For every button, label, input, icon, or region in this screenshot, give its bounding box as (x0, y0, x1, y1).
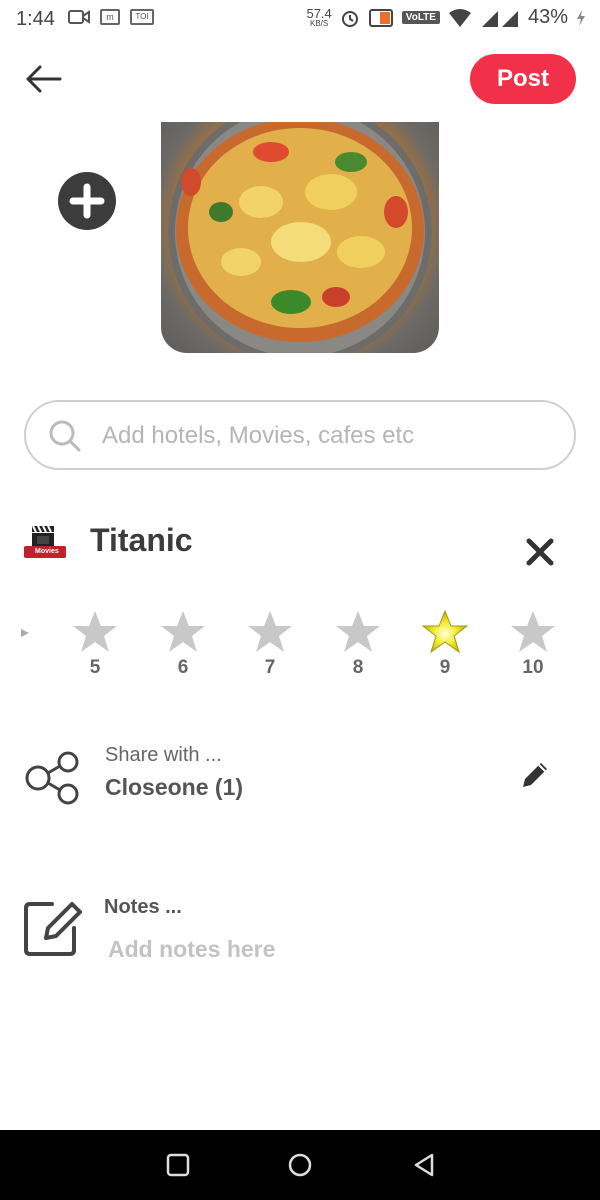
notes-label: Notes ... (104, 896, 182, 918)
search-input[interactable] (100, 416, 564, 456)
pencil-icon (523, 763, 547, 787)
rating-number: 8 (352, 657, 364, 678)
search-bar[interactable] (24, 400, 576, 470)
alarm-icon (341, 10, 358, 27)
movies-category-icon: Movies (22, 522, 68, 562)
system-nav-bar (0, 1130, 600, 1200)
battery-level: 43% (527, 6, 568, 28)
back-button[interactable] (24, 62, 64, 96)
search-icon (49, 420, 81, 452)
share-icon (24, 750, 82, 806)
rating-number: 10 (522, 657, 544, 678)
share-with-label: Share with ... (105, 744, 222, 766)
status-time: 1:44 (16, 8, 55, 30)
signal-icon (481, 10, 518, 27)
circle-icon (288, 1153, 312, 1177)
home-button[interactable] (285, 1150, 315, 1180)
charging-icon (577, 9, 585, 26)
rating-number: 7 (264, 657, 276, 678)
rating-star-8[interactable]: 8 (334, 609, 382, 687)
network-speed: 57.4 KB/S (306, 6, 332, 28)
star-icon (336, 611, 380, 652)
close-icon (526, 538, 554, 566)
rating-star-6[interactable]: 6 (159, 609, 207, 687)
square-icon (166, 1153, 190, 1177)
rating-star-5[interactable]: 5 (71, 609, 119, 687)
back-nav-button[interactable] (409, 1150, 439, 1180)
star-icon (511, 611, 555, 652)
star-icon (421, 609, 469, 654)
share-with-value[interactable]: Closeone (1) (105, 774, 243, 801)
item-title: Titanic (90, 522, 193, 558)
star-icon (248, 611, 292, 652)
scroll-left-indicator (21, 629, 29, 637)
star-icon (73, 611, 117, 652)
star-icon (161, 611, 205, 652)
post-button[interactable]: Post (470, 54, 576, 104)
video-icon (68, 10, 90, 24)
rating-number: 6 (177, 657, 189, 678)
cast-icon (368, 8, 393, 27)
arrow-left-icon (26, 65, 62, 93)
rating-star-9-selected[interactable]: 9 (421, 609, 469, 687)
movies-logo-text: Movies (35, 548, 59, 555)
add-photo-button[interactable] (58, 172, 116, 230)
rating-star-7[interactable]: 7 (246, 609, 294, 687)
system-status-icons: 57.4 KB/S VoLTE 43% (306, 6, 586, 29)
remove-item-button[interactable] (524, 536, 556, 568)
rating-number: 5 (89, 657, 101, 678)
toi-icon: TOI (130, 9, 154, 25)
edit-share-button[interactable] (518, 758, 552, 792)
status-bar: 1:44 m TOI 57.4 KB/S VoLTE 43% (0, 0, 600, 38)
food-photo[interactable] (161, 122, 439, 353)
pizza-image (168, 122, 432, 353)
triangle-back-icon (414, 1153, 434, 1177)
rating-number: 9 (439, 657, 451, 678)
rating-selector[interactable]: 5 6 7 8 9 10 (0, 605, 600, 685)
plus-icon (69, 183, 105, 219)
notes-icon (22, 898, 82, 958)
recent-apps-button[interactable] (163, 1150, 193, 1180)
notes-input[interactable] (106, 930, 550, 968)
notification-icons: m TOI (68, 9, 154, 25)
volte-badge: VoLTE (401, 11, 440, 24)
m-icon: m (100, 9, 120, 25)
wifi-icon (448, 8, 471, 27)
rating-star-10[interactable]: 10 (509, 609, 557, 687)
